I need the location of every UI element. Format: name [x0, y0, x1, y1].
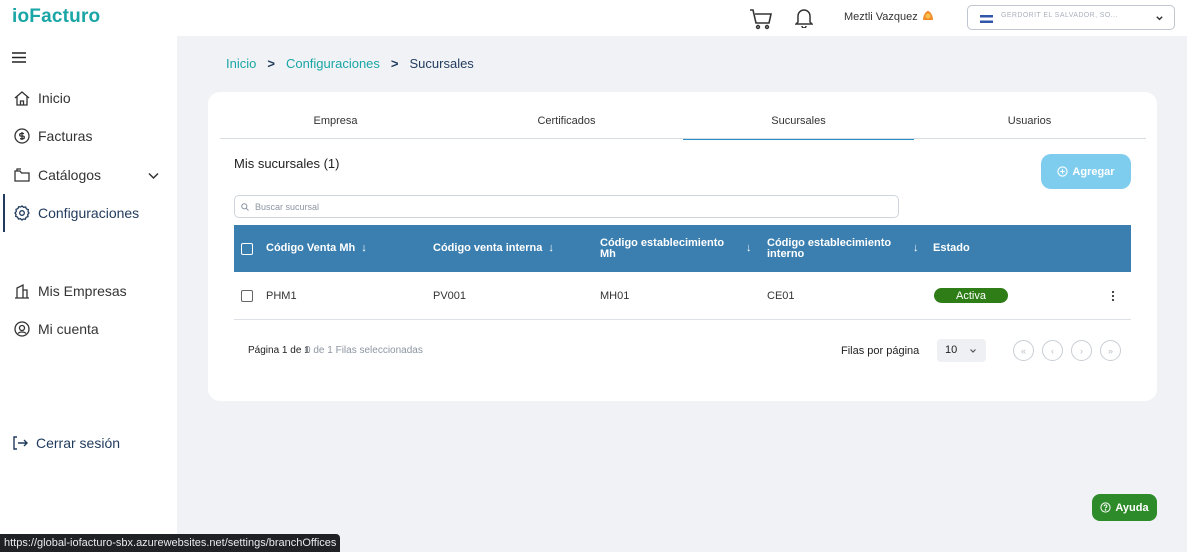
add-button-label: Agregar: [1072, 165, 1115, 178]
dollar-circle-icon: [14, 128, 30, 144]
sidebar-item-configuraciones[interactable]: Configuraciones: [14, 202, 139, 224]
column-header-line: Mh: [600, 247, 616, 260]
select-all-checkbox[interactable]: [241, 243, 253, 255]
cell-codigo-establecimiento-interno: CE01: [767, 290, 795, 302]
column-header-line: Código establecimiento: [600, 236, 725, 249]
folder-icon: [14, 168, 30, 182]
column-header-line: Código establecimiento: [767, 236, 892, 249]
chevron-down-icon[interactable]: [148, 170, 159, 181]
table-header: Código Venta Mh ↓ Código venta interna ↓…: [234, 225, 1131, 272]
chevron-down-icon: [1156, 16, 1163, 21]
top-bar: ioFacturo Meztli Vazquez GERDORIT EL SAL…: [0, 0, 1187, 36]
settings-icon: [14, 205, 30, 221]
settings-card: Empresa Certificados Sucursales Usuarios…: [208, 92, 1157, 401]
company-selector[interactable]: GERDORIT EL SALVADOR, SO...: [967, 5, 1175, 30]
sidebar-item-facturas[interactable]: Facturas: [14, 125, 92, 147]
bell-icon[interactable]: [795, 8, 813, 28]
building-icon: [15, 283, 29, 299]
help-button-label: Ayuda: [1115, 501, 1149, 514]
rows-per-page-label: Filas por página: [841, 345, 920, 357]
sidebar-item-label: Mi cuenta: [38, 321, 99, 337]
column-header-codigo-establecimiento-interno[interactable]: Código establecimiento interno ↓: [767, 225, 927, 272]
next-page-button[interactable]: ›: [1071, 340, 1092, 361]
sidebar-item-mi-cuenta[interactable]: Mi cuenta: [14, 318, 99, 340]
sidebar-item-label: Facturas: [38, 128, 93, 144]
rows-per-page-select[interactable]: 10: [937, 339, 986, 362]
prev-page-button[interactable]: ‹: [1042, 340, 1063, 361]
sort-arrow-icon: ↓: [361, 242, 367, 254]
menu-icon[interactable]: [12, 52, 26, 63]
logout-button[interactable]: Cerrar sesión: [12, 432, 120, 454]
tab-empresa[interactable]: Empresa: [220, 115, 451, 139]
breadcrumb-configuraciones[interactable]: Configuraciones: [286, 56, 380, 71]
sidebar-item-inicio[interactable]: Inicio: [14, 87, 71, 109]
last-page-button[interactable]: »: [1100, 340, 1121, 361]
breadcrumb-separator-icon: >: [267, 56, 275, 71]
sidebar-item-label: Mis Empresas: [38, 283, 127, 299]
list-title: Mis sucursales (1): [234, 156, 340, 171]
tab-usuarios[interactable]: Usuarios: [914, 115, 1145, 139]
app-logo[interactable]: ioFacturo: [12, 6, 100, 28]
page-info: Página 1 de 1: [248, 345, 310, 356]
sort-arrow-icon: ↓: [746, 242, 752, 254]
row-checkbox[interactable]: [241, 290, 253, 302]
search-box: [234, 195, 899, 218]
sidebar-item-label: Inicio: [38, 90, 71, 106]
help-button[interactable]: Ayuda: [1092, 494, 1157, 521]
cart-icon[interactable]: [749, 8, 773, 30]
sidebar: Inicio Facturas Catálogos Configuracione…: [0, 36, 177, 552]
sidebar-item-mis-empresas[interactable]: Mis Empresas: [14, 280, 127, 302]
selected-rows-info: 0 de 1 Filas seleccionadas: [305, 345, 423, 356]
sidebar-item-catalogos[interactable]: Catálogos: [14, 164, 101, 186]
active-indicator: [3, 194, 5, 232]
chevron-down-icon: [970, 349, 976, 353]
table-row[interactable]: PHM1 PV001 MH01 CE01 Activa: [234, 272, 1131, 320]
search-input[interactable]: [255, 199, 855, 215]
user-circle-icon: [14, 321, 30, 337]
column-header-label: Código establecimiento Mh: [600, 236, 740, 260]
sidebar-item-label: Configuraciones: [38, 205, 140, 221]
home-icon: [14, 91, 30, 106]
search-icon: [241, 203, 249, 211]
logout-label: Cerrar sesión: [36, 435, 121, 451]
breadcrumb-current: Sucursales: [409, 56, 474, 71]
status-badge: Activa: [934, 288, 1008, 303]
country-flag-icon: [980, 15, 993, 23]
column-header-label: Código venta interna: [433, 242, 543, 254]
column-header-codigo-establecimiento-mh[interactable]: Código establecimiento Mh ↓: [600, 225, 760, 272]
column-header-label: Código Venta Mh: [266, 242, 356, 254]
question-circle-icon: [1100, 502, 1111, 513]
first-page-button[interactable]: «: [1013, 340, 1034, 361]
settings-tabs: Empresa Certificados Sucursales Usuarios: [220, 115, 1146, 140]
tab-certificados[interactable]: Certificados: [451, 115, 682, 139]
user-avatar-icon[interactable]: [921, 8, 935, 22]
breadcrumb-inicio[interactable]: Inicio: [226, 56, 256, 71]
column-header-estado[interactable]: Estado: [933, 225, 970, 272]
company-name: GERDORIT EL SALVADOR, SO...: [1001, 12, 1118, 19]
cell-codigo-venta-mh: PHM1: [266, 290, 297, 302]
column-header-line: interno: [767, 247, 805, 260]
status-url: https://global-iofacturo-sbx.azurewebsit…: [0, 534, 341, 552]
breadcrumb: Inicio > Configuraciones > Sucursales: [226, 56, 474, 71]
column-header-label: Código establecimiento interno: [767, 236, 907, 260]
sort-arrow-icon: ↓: [548, 242, 554, 254]
plus-circle-icon: [1057, 166, 1069, 177]
more-vertical-icon[interactable]: [1108, 289, 1118, 303]
rows-per-page-value: 10: [945, 344, 958, 356]
column-header-codigo-venta-mh[interactable]: Código Venta Mh ↓: [266, 225, 367, 272]
cell-codigo-venta-interna: PV001: [433, 290, 467, 302]
logout-icon: [13, 436, 28, 450]
column-header-codigo-venta-interna[interactable]: Código venta interna ↓: [433, 225, 554, 272]
user-name[interactable]: Meztli Vazquez: [844, 11, 918, 23]
add-button[interactable]: Agregar: [1041, 154, 1131, 189]
cell-codigo-establecimiento-mh: MH01: [600, 290, 630, 302]
sidebar-item-label: Catálogos: [38, 167, 102, 183]
tab-sucursales[interactable]: Sucursales: [683, 115, 914, 140]
sort-arrow-icon: ↓: [913, 242, 919, 254]
breadcrumb-separator-icon: >: [390, 56, 399, 71]
